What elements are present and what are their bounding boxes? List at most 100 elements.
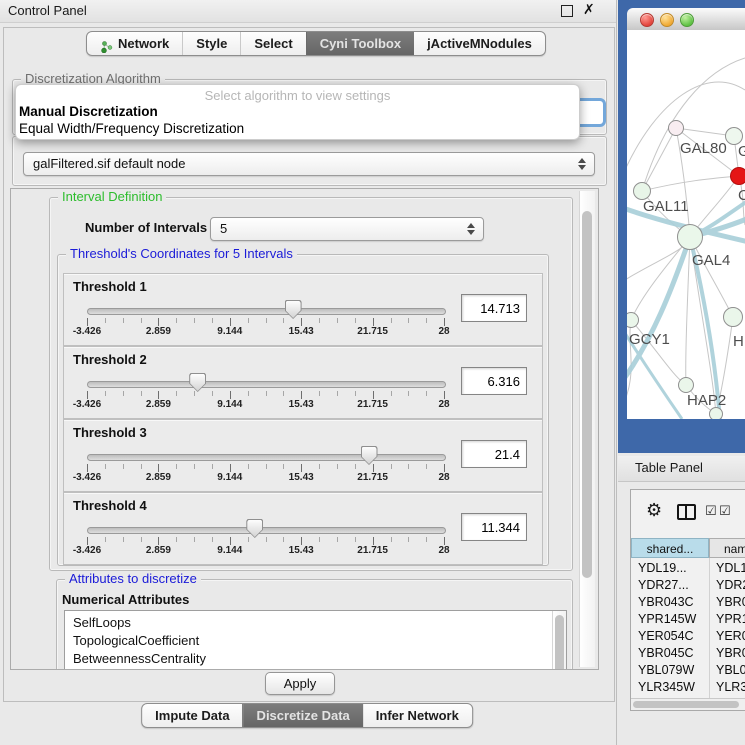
- slider-tick: [212, 318, 213, 323]
- tab-style[interactable]: Style: [182, 32, 240, 55]
- slider-tick: [212, 464, 213, 469]
- tab-label: Style: [196, 32, 227, 55]
- table-cell[interactable]: YDL19...: [638, 561, 687, 575]
- list-scrollbar-thumb[interactable]: [555, 615, 564, 670]
- close-icon[interactable]: ✗: [583, 1, 595, 18]
- network-node-label: GAL4: [692, 252, 730, 269]
- slider-thumb[interactable]: [246, 519, 263, 538]
- checkbox-icon[interactable]: ☑: [705, 503, 717, 519]
- table-cell[interactable]: YLR345W: [638, 680, 695, 694]
- table-cell[interactable]: YBR043C: [638, 595, 694, 609]
- attribute-list-item[interactable]: TopologicalCoefficient: [73, 633, 199, 648]
- slider-tick: [301, 464, 302, 472]
- threshold-value-field[interactable]: 11.344: [461, 513, 527, 541]
- network-window-titlebar[interactable]: [627, 8, 745, 31]
- number-of-intervals-combobox[interactable]: 5: [210, 217, 484, 241]
- table-cell[interactable]: YLR3: [716, 680, 745, 694]
- table-cell[interactable]: YDR27...: [638, 578, 689, 592]
- slider-tick: [105, 318, 106, 323]
- checkbox-icon[interactable]: ☑: [719, 503, 731, 519]
- apply-button[interactable]: Apply: [265, 672, 335, 695]
- table-cell[interactable]: YPR1: [716, 612, 745, 626]
- slider-thumb[interactable]: [285, 300, 302, 319]
- attribute-list-item[interactable]: SelfLoops: [73, 615, 131, 630]
- slider-tick: [123, 537, 124, 542]
- panel-scrollbar-thumb[interactable]: [582, 211, 592, 578]
- algorithm-dropdown-popup: Select algorithm to view settings Manual…: [15, 84, 580, 140]
- slider-tick-label: 21.715: [357, 399, 388, 410]
- table-cell[interactable]: YBR045C: [638, 646, 694, 660]
- tab-infer-network[interactable]: Infer Network: [363, 704, 472, 727]
- dropdown-option[interactable]: Equal Width/Frequency Discretization: [19, 121, 244, 136]
- slider-tick: [87, 391, 88, 399]
- network-node[interactable]: [677, 224, 703, 250]
- slider-track[interactable]: [87, 454, 446, 461]
- tab-impute-data[interactable]: Impute Data: [142, 704, 242, 727]
- slider-tick: [444, 464, 445, 472]
- table-cell[interactable]: YBR0: [716, 595, 745, 609]
- numerical-attributes-list[interactable]: SelfLoops TopologicalCoefficient Betweenne…: [64, 610, 567, 670]
- slider-thumb[interactable]: [189, 373, 206, 392]
- tab-select[interactable]: Select: [240, 32, 305, 55]
- threshold-label: Threshold 4: [73, 498, 147, 513]
- gear-icon[interactable]: ⚙: [646, 501, 662, 519]
- table-cell[interactable]: YDR2: [716, 578, 745, 592]
- network-node-label: GA: [738, 143, 745, 160]
- tab-label: Select: [254, 32, 292, 55]
- network-node-label: H: [733, 333, 744, 350]
- table-data-combobox[interactable]: galFiltered.sif default node: [23, 152, 595, 176]
- columns-icon[interactable]: [677, 504, 696, 520]
- slider-tick: [283, 391, 284, 396]
- column-header-name[interactable]: name: [709, 538, 745, 558]
- slider-tick: [141, 318, 142, 323]
- tab-label: Network: [118, 32, 169, 55]
- tab-label: Impute Data: [155, 704, 229, 727]
- network-node[interactable]: [668, 120, 684, 136]
- list-scrollbar[interactable]: [552, 611, 566, 670]
- tab-network[interactable]: Network: [87, 32, 182, 55]
- column-header-shared-name[interactable]: shared...: [631, 538, 709, 558]
- table-cell[interactable]: YPR145W: [638, 612, 696, 626]
- slider-tick: [194, 537, 195, 542]
- slider-tick: [230, 318, 231, 326]
- network-node[interactable]: [723, 307, 743, 327]
- close-traffic-icon[interactable]: [640, 13, 654, 27]
- panel-scrollbar[interactable]: [579, 191, 595, 667]
- network-node[interactable]: [730, 167, 745, 185]
- table-hscrollbar-thumb[interactable]: [633, 701, 739, 708]
- table-cell[interactable]: YBR0: [716, 646, 745, 660]
- slider-thumb[interactable]: [361, 446, 378, 465]
- minimize-traffic-icon[interactable]: [660, 13, 674, 27]
- table-cell[interactable]: YBL0: [716, 663, 745, 677]
- attribute-list-item[interactable]: BetweennessCentrality: [73, 651, 206, 666]
- slider-tick: [426, 318, 427, 323]
- dropdown-option[interactable]: Manual Discretization: [19, 104, 158, 119]
- tab-jactivemnodules[interactable]: jActiveMNodules: [414, 32, 545, 55]
- slider-tick: [319, 391, 320, 396]
- slider-tick-label: 9.144: [217, 472, 242, 483]
- threshold-value-field[interactable]: 14.713: [461, 294, 527, 322]
- tab-cyni-toolbox[interactable]: Cyni Toolbox: [306, 32, 414, 55]
- table-hscrollbar[interactable]: [631, 698, 745, 711]
- slider-track[interactable]: [87, 527, 446, 534]
- table-cell[interactable]: YER0: [716, 629, 745, 643]
- network-canvas[interactable]: GAL80GAGAL11CGAL4GCY1HHAP2: [627, 30, 745, 419]
- group-title: Interval Definition: [58, 189, 166, 204]
- slider-track[interactable]: [87, 308, 446, 315]
- slider-tick: [444, 537, 445, 545]
- threshold-value-field[interactable]: 6.316: [461, 367, 527, 395]
- table-cell[interactable]: YER054C: [638, 629, 694, 643]
- slider-tick: [123, 318, 124, 323]
- table-cell[interactable]: YBL079W: [638, 663, 694, 677]
- dropdown-placeholder-option[interactable]: Select algorithm to view settings: [16, 88, 579, 103]
- float-window-icon[interactable]: [561, 5, 573, 17]
- slider-track[interactable]: [87, 381, 446, 388]
- network-node[interactable]: [678, 377, 694, 393]
- table-cell[interactable]: YDL1: [716, 561, 745, 575]
- threshold-value-field[interactable]: 21.4: [461, 440, 527, 468]
- tab-discretize-data[interactable]: Discretize Data: [243, 704, 363, 727]
- zoom-traffic-icon[interactable]: [680, 13, 694, 27]
- table-panel-title: Table Panel: [635, 460, 703, 475]
- tab-label: Discretize Data: [257, 704, 350, 727]
- network-node-label: C: [738, 187, 745, 204]
